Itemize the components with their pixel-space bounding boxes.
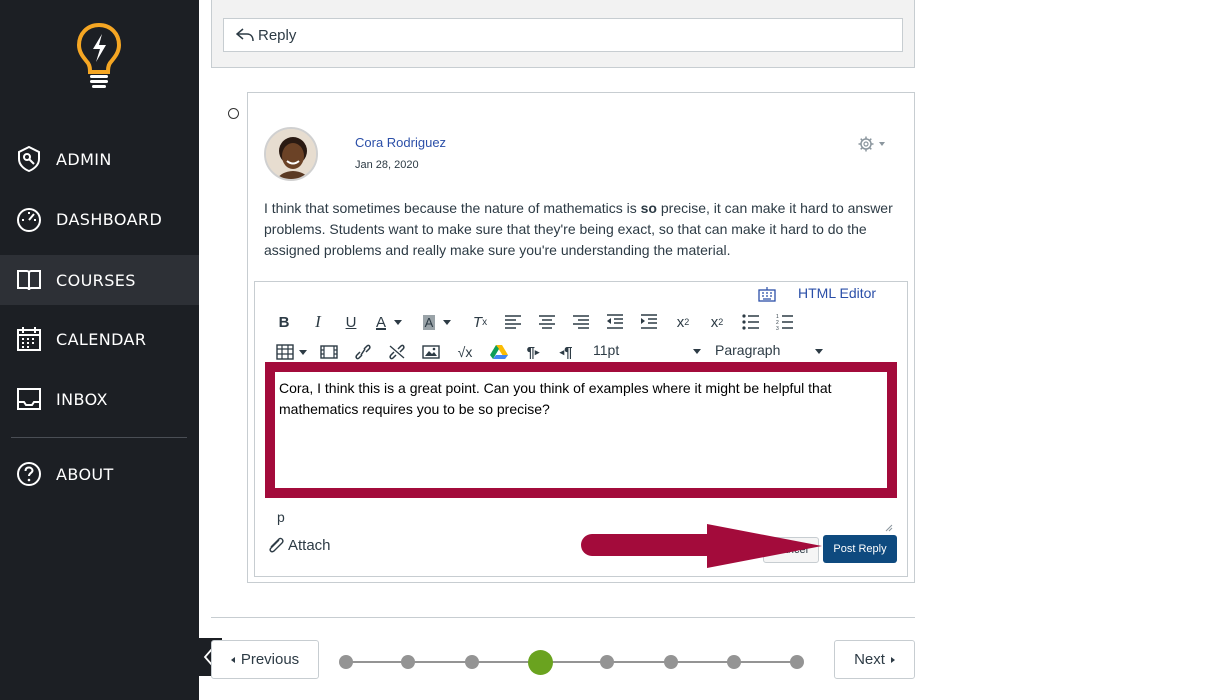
next-label: Next: [854, 651, 885, 668]
post-reply-button[interactable]: Post Reply: [823, 535, 897, 563]
post-text-part1: I think that sometimes because the natur…: [264, 200, 641, 216]
progress-dot[interactable]: [600, 655, 614, 669]
bullet-list-icon[interactable]: [742, 313, 760, 331]
progress-dot[interactable]: [465, 655, 479, 669]
author-name-link[interactable]: Cora Rodriguez: [355, 135, 446, 150]
reply-text-input[interactable]: Cora, I think this is a great point. Can…: [265, 362, 897, 498]
clear-formatting-icon[interactable]: Tx: [470, 311, 490, 333]
align-left-icon[interactable]: [504, 313, 522, 331]
admin-shield-icon: [18, 146, 40, 172]
question-circle-icon: [17, 462, 41, 486]
nav-item-dashboard[interactable]: DASHBOARD: [0, 194, 199, 244]
nav-label-courses: COURSES: [56, 270, 136, 290]
svg-text:3: 3: [776, 326, 779, 331]
ltr-direction-icon[interactable]: ¶ ▸: [523, 341, 543, 363]
entry-bullet: [228, 108, 239, 119]
superscript-icon[interactable]: x2: [674, 311, 692, 333]
nav-item-admin[interactable]: ADMIN: [0, 134, 199, 184]
align-right-icon[interactable]: [572, 313, 590, 331]
math-equation-icon[interactable]: √x: [455, 341, 475, 363]
reply-label: Reply: [258, 26, 297, 44]
nav-item-about[interactable]: ABOUT: [0, 449, 199, 499]
nav-label-inbox: INBOX: [56, 389, 108, 409]
table-icon[interactable]: [275, 341, 307, 363]
nav-item-inbox[interactable]: INBOX: [0, 374, 199, 424]
bold-icon[interactable]: B: [275, 311, 293, 333]
subscript-icon[interactable]: x2: [708, 311, 726, 333]
progress-dot[interactable]: [664, 655, 678, 669]
reply-container: Reply: [211, 0, 915, 68]
entry-settings-menu[interactable]: [858, 135, 888, 153]
post-text-bold: so: [640, 200, 657, 216]
font-size-value: 11pt: [593, 342, 620, 358]
nav-label-about: ABOUT: [56, 464, 114, 484]
calendar-icon: [17, 327, 41, 351]
progress-dot[interactable]: [339, 655, 353, 669]
html-editor-toggle[interactable]: HTML Editor: [798, 285, 876, 301]
caret-right-icon: [890, 656, 895, 663]
progress-dot[interactable]: [790, 655, 804, 669]
previous-label: Previous: [240, 651, 300, 668]
element-path: p: [277, 509, 285, 525]
block-format-select[interactable]: Paragraph: [715, 342, 823, 364]
next-button[interactable]: Next: [834, 640, 915, 679]
post-date: Jan 28, 2020: [355, 159, 419, 171]
progress-dot-current[interactable]: [528, 650, 553, 675]
nav-divider: [11, 437, 187, 438]
paperclip-icon: [269, 537, 284, 553]
nav-label-calendar: CALENDAR: [56, 329, 147, 349]
lightbulb-logo-icon[interactable]: [76, 22, 122, 90]
resize-handle-icon[interactable]: [885, 524, 893, 532]
nav-label-dashboard: DASHBOARD: [56, 209, 163, 229]
global-nav-sidebar: ADMIN DASHBOARD COURSES CALENDAR INBOX A…: [0, 0, 199, 700]
background-color-icon[interactable]: A: [421, 311, 453, 333]
avatar[interactable]: [264, 127, 318, 181]
indent-icon[interactable]: [640, 313, 658, 331]
annotation-arrow: [581, 524, 822, 568]
progress-dot[interactable]: [727, 655, 741, 669]
discussion-main: Reply Cora Rodriguez Jan 28, 2020 I thin…: [197, 0, 1217, 700]
reply-arrow-icon: [236, 28, 254, 42]
nav-item-courses[interactable]: COURSES: [0, 255, 199, 305]
chevron-down-icon: [693, 349, 701, 354]
gear-icon: [858, 136, 885, 152]
block-format-value: Paragraph: [715, 342, 781, 358]
numbered-list-icon[interactable]: 123: [776, 313, 794, 331]
progress-dot[interactable]: [401, 655, 415, 669]
italic-icon[interactable]: I: [309, 311, 327, 333]
chevron-down-icon: [815, 349, 823, 354]
keyboard-shortcuts-icon[interactable]: [758, 286, 776, 302]
link-icon[interactable]: [354, 344, 372, 360]
font-size-select[interactable]: 11pt: [593, 342, 701, 364]
google-drive-icon[interactable]: [490, 344, 508, 360]
nav-item-calendar[interactable]: CALENDAR: [0, 314, 199, 364]
align-center-icon[interactable]: [538, 313, 556, 331]
inbox-icon: [17, 388, 41, 410]
text-color-icon[interactable]: A: [373, 311, 405, 333]
image-icon[interactable]: [422, 344, 440, 360]
rtl-direction-icon[interactable]: ◂ ¶: [556, 341, 576, 363]
discussion-entry: Cora Rodriguez Jan 28, 2020 I think that…: [247, 92, 915, 583]
caret-left-icon: [230, 656, 235, 663]
media-icon[interactable]: [320, 344, 338, 360]
unlink-icon[interactable]: [388, 344, 406, 360]
speedometer-icon: [17, 208, 41, 232]
reply-button[interactable]: Reply: [223, 18, 903, 52]
avatar-image: [266, 129, 316, 179]
previous-button[interactable]: Previous: [211, 640, 319, 679]
nav-label-admin: ADMIN: [56, 149, 112, 169]
divider: [211, 617, 915, 618]
book-icon: [17, 270, 41, 291]
attach-button[interactable]: Attach: [266, 536, 331, 554]
underline-icon[interactable]: U: [342, 311, 360, 333]
attach-label: Attach: [288, 536, 331, 554]
post-body: I think that sometimes because the natur…: [264, 198, 904, 261]
outdent-icon[interactable]: [606, 313, 624, 331]
